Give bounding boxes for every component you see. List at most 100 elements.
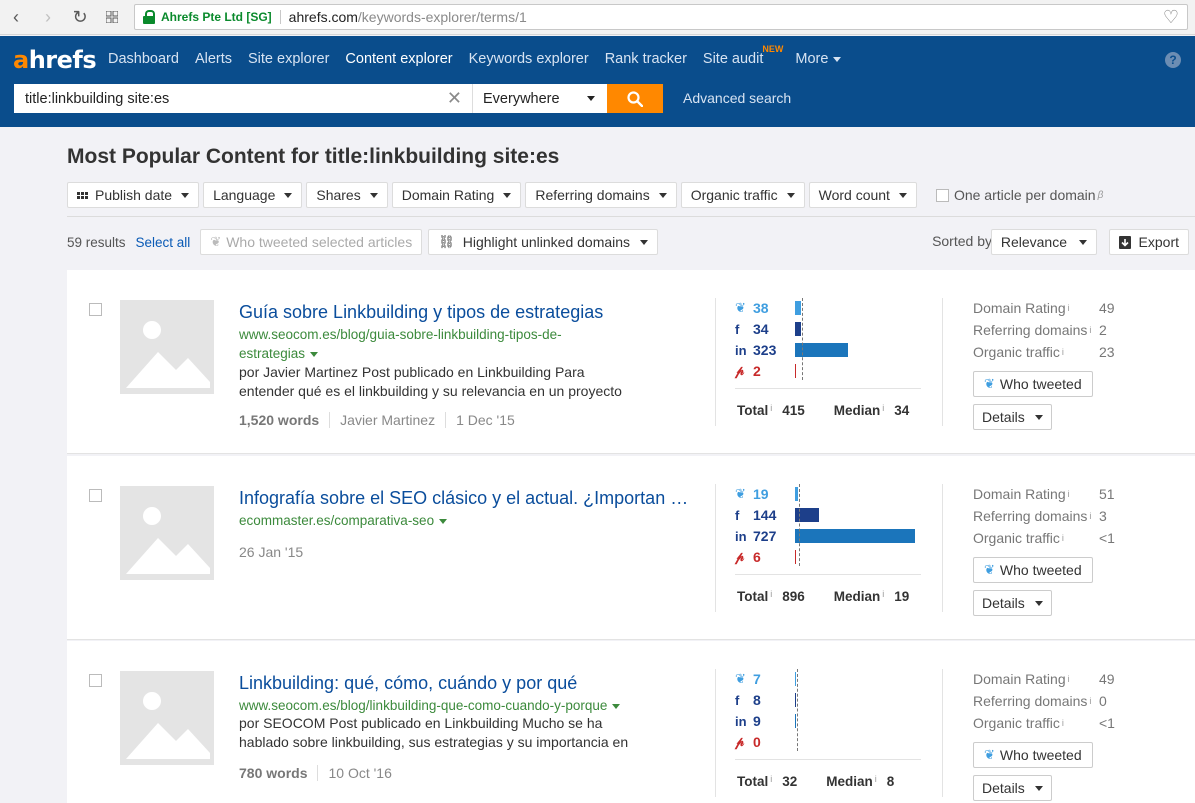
result-url[interactable]: www.seocom.es/blog/guia-sobre-linkbuildi… <box>239 325 619 363</box>
select-all-link[interactable]: Select all <box>136 235 191 250</box>
median-shares: 8 <box>886 774 895 789</box>
linkedin-icon: in <box>735 342 747 358</box>
nav-rank-tracker[interactable]: Rank tracker <box>605 51 687 67</box>
details-button[interactable]: Details <box>973 590 1052 616</box>
word-count-filter[interactable]: Word count <box>808 182 917 208</box>
info-icon[interactable]: i <box>882 589 884 604</box>
who-tweeted-button[interactable]: ❦ Who tweeted <box>973 371 1093 397</box>
heart-icon[interactable]: ♡ <box>1163 7 1179 28</box>
total-shares: 32 <box>782 774 798 789</box>
details-button[interactable]: Details <box>973 775 1052 801</box>
pinterest-count: 0 <box>753 734 761 750</box>
who-tweeted-selected-button[interactable]: ❦ Who tweeted selected articles <box>200 229 423 255</box>
details-button[interactable]: Details <box>973 404 1052 430</box>
facebook-share-bar <box>795 693 796 707</box>
linkedin-icon: in <box>735 528 747 544</box>
facebook-share-bar <box>795 322 801 336</box>
result-checkbox[interactable] <box>89 489 102 502</box>
nav-dashboard[interactable]: Dashboard <box>108 51 179 67</box>
domain-rating-filter[interactable]: Domain Rating <box>391 182 522 208</box>
result-url[interactable]: ecommaster.es/comparativa-seo <box>239 511 619 530</box>
reload-icon[interactable]: ↻ <box>64 0 96 35</box>
url-text[interactable]: ahrefs.com/keywords-explorer/terms/1 <box>289 9 527 25</box>
twitter-icon: ❦ <box>984 376 995 391</box>
result-description: por SEOCOM Post publicado en Linkbuildin… <box>239 715 629 750</box>
referring-domains-filter[interactable]: Referring domains <box>525 182 677 208</box>
pinterest-share-bar <box>795 364 796 378</box>
address-bar[interactable]: Ahrefs Pte Ltd [SG] ahrefs.com/keywords-… <box>134 4 1188 30</box>
advanced-search-link[interactable]: Advanced search <box>683 84 791 113</box>
lock-icon <box>143 10 155 24</box>
info-icon[interactable]: i <box>770 589 772 604</box>
organic-traffic-filter[interactable]: Organic traffic <box>680 182 805 208</box>
forward-icon[interactable]: › <box>32 0 64 35</box>
info-icon[interactable]: i <box>770 774 772 789</box>
chevron-down-icon <box>284 192 293 198</box>
linkedin-count: 727 <box>753 528 777 544</box>
chevron-down-icon <box>587 96 595 101</box>
result-url[interactable]: www.seocom.es/blog/linkbuilding-que-como… <box>239 696 659 715</box>
result-title-link[interactable]: Linkbuilding: qué, cómo, cuándo y por qu… <box>239 673 577 694</box>
total-shares: 415 <box>782 403 805 418</box>
ahrefs-logo[interactable]: ahrefs <box>13 46 97 74</box>
domain-stats: Domain Rating i 49 Referring domains i 0 Org… <box>973 671 1115 731</box>
clear-icon[interactable]: ✕ <box>447 88 462 109</box>
one-article-per-domain[interactable]: One article per domain β <box>935 187 1103 203</box>
download-icon <box>1118 235 1131 249</box>
pinterest-icon: 𝓅 <box>735 549 745 564</box>
who-tweeted-button[interactable]: ❦ Who tweeted <box>973 557 1093 583</box>
sort-select[interactable]: Relevance <box>990 229 1097 255</box>
language-filter[interactable]: Language <box>203 182 303 208</box>
domain-rating-value: 51 <box>1099 486 1115 502</box>
scope-select[interactable]: Everywhere <box>472 84 607 113</box>
info-icon[interactable]: i <box>770 403 772 418</box>
chevron-down-icon <box>1079 239 1087 245</box>
help-icon[interactable]: ? <box>1165 52 1181 68</box>
shares-filter[interactable]: Shares <box>306 182 388 208</box>
chevron-down-icon[interactable] <box>439 518 448 524</box>
search-button[interactable] <box>607 84 663 113</box>
chevron-down-icon <box>833 56 842 62</box>
chevron-down-icon <box>1034 600 1043 606</box>
certificate-label: Ahrefs Pte Ltd [SG] <box>161 10 281 24</box>
export-button[interactable]: Export <box>1108 229 1189 255</box>
page-title: Most Popular Content for title:linkbuild… <box>67 145 560 168</box>
one-article-checkbox[interactable] <box>935 188 949 202</box>
result-meta: 780 words 10 Oct '16 <box>239 765 392 781</box>
linkedin-share-bar <box>795 529 915 543</box>
search-icon <box>627 90 643 107</box>
result-title-link[interactable]: Infografía sobre el SEO clásico y el act… <box>239 488 688 509</box>
back-icon[interactable]: ‹ <box>0 0 32 35</box>
publish-date: 26 Jan '15 <box>239 544 304 560</box>
chevron-down-icon[interactable] <box>310 351 319 357</box>
twitter-count: 38 <box>753 300 769 316</box>
twitter-share-bar <box>795 301 801 315</box>
twitter-icon: ❦ <box>735 671 746 686</box>
share-totals: Total i 415 Median i 34 <box>737 403 910 418</box>
thumbnail-placeholder <box>120 671 214 765</box>
median-marker <box>802 298 803 380</box>
who-tweeted-button[interactable]: ❦ Who tweeted <box>973 742 1093 768</box>
nav-more[interactable]: More <box>795 51 842 67</box>
nav-site-audit[interactable]: Site audit NEW <box>703 44 783 67</box>
nav-alerts[interactable]: Alerts <box>195 51 232 67</box>
result-checkbox[interactable] <box>89 303 102 316</box>
info-icon[interactable]: i <box>875 774 877 789</box>
nav-content-explorer[interactable]: Content explorer <box>345 51 452 67</box>
result-title-link[interactable]: Guía sobre Linkbuilding y tipos de estra… <box>239 302 603 323</box>
pinterest-icon: 𝓅 <box>735 734 745 749</box>
apps-grid-icon[interactable] <box>96 0 128 35</box>
chevron-down-icon[interactable] <box>612 703 621 709</box>
chevron-down-icon <box>369 192 378 198</box>
word-count: 1,520 words <box>239 412 320 428</box>
publish-date-filter[interactable]: Publish date <box>67 182 200 208</box>
organic-traffic-value: 23 <box>1099 344 1115 360</box>
nav-keywords-explorer[interactable]: Keywords explorer <box>469 51 589 67</box>
info-icon[interactable]: i <box>882 403 884 418</box>
highlight-unlinked-button[interactable]: ⛓ Highlight unlinked domains <box>428 229 659 255</box>
domain-rating-value: 49 <box>1099 300 1115 316</box>
result-checkbox[interactable] <box>89 674 102 687</box>
search-input[interactable]: title:linkbuilding site:es ✕ <box>14 84 472 113</box>
nav-site-explorer[interactable]: Site explorer <box>248 51 329 67</box>
image-placeholder-icon <box>126 321 210 388</box>
